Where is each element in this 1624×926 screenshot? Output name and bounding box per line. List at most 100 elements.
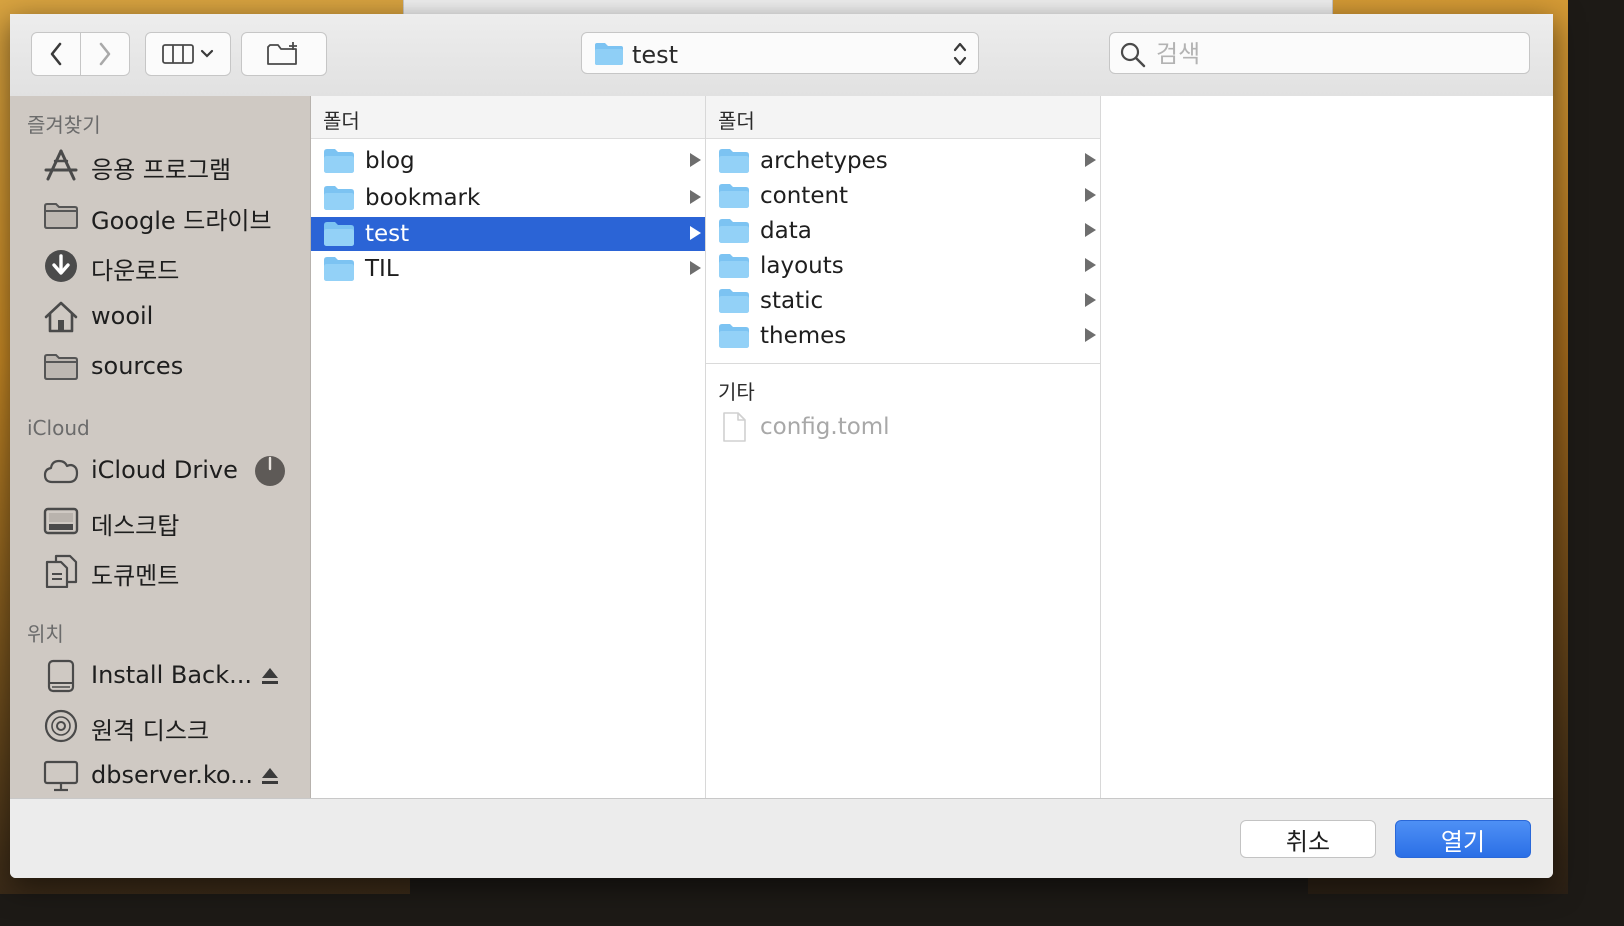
- folder-icon: [719, 289, 749, 313]
- folder-icon: [595, 43, 623, 65]
- disclosure-arrow-icon: [1085, 328, 1096, 342]
- location-label: test: [632, 41, 679, 69]
- folder-icon: [719, 184, 749, 208]
- background-window: [403, 0, 1333, 15]
- new-folder-button[interactable]: [242, 33, 326, 75]
- folder-row-til[interactable]: TIL: [311, 252, 705, 286]
- sidebar-item-label: 도큐멘트: [91, 562, 180, 590]
- location-popup[interactable]: test: [581, 32, 979, 74]
- disclosure-arrow-icon: [1085, 223, 1096, 237]
- folder-name: bookmark: [365, 185, 481, 211]
- folder-row-blog[interactable]: blog: [311, 144, 705, 178]
- open-file-dialog: test 즐겨찾기 응용 프로그램 Google 드라이브 다운로드: [10, 14, 1553, 878]
- folder-row-archetypes[interactable]: archetypes: [706, 144, 1100, 178]
- file-row-config: config.toml: [706, 410, 1100, 444]
- column-view-button[interactable]: [146, 33, 230, 75]
- updown-chevron-icon: [953, 42, 967, 66]
- folder-icon: [324, 149, 354, 173]
- sidebar-item-label: Install Back...: [91, 661, 253, 689]
- folder-name: TIL: [365, 256, 399, 282]
- open-button[interactable]: 열기: [1395, 820, 1531, 858]
- eject-icon[interactable]: [254, 660, 286, 692]
- folder-icon: [719, 254, 749, 278]
- sidebar-item-remote-disc[interactable]: 원격 디스크: [10, 703, 310, 749]
- column-header: 폴더: [311, 96, 705, 139]
- sidebar-item-label: 데스크탑: [91, 512, 180, 540]
- back-button[interactable]: [32, 33, 80, 75]
- toolbar: test: [10, 14, 1553, 97]
- optical-disc-icon: [42, 709, 80, 743]
- eject-icon[interactable]: [254, 760, 286, 792]
- chevron-left-icon: [50, 42, 62, 66]
- sidebar-item-label: dbserver.ko...: [91, 761, 254, 789]
- chevron-down-icon: [200, 49, 214, 58]
- folder-row-test-selected[interactable]: test: [311, 217, 705, 251]
- disclosure-arrow-icon: [1085, 258, 1096, 272]
- browser-column-1: 폴더 blog bookmark test TIL: [311, 96, 706, 798]
- sidebar-item-home[interactable]: wooil: [10, 294, 310, 340]
- folder-row-data[interactable]: data: [706, 214, 1100, 248]
- disclosure-arrow-icon: [690, 190, 701, 204]
- nav-buttons: [31, 32, 130, 76]
- folder-row-themes[interactable]: themes: [706, 319, 1100, 353]
- search-field[interactable]: [1109, 32, 1530, 74]
- new-folder-icon: [267, 42, 297, 65]
- sidebar-item-icloud-drive[interactable]: iCloud Drive: [10, 448, 310, 494]
- other-section-header: 기타: [718, 380, 755, 404]
- documents-icon: [42, 554, 80, 588]
- file-name: config.toml: [760, 414, 890, 440]
- folder-icon: [719, 324, 749, 348]
- new-folder-group: [241, 32, 327, 76]
- folder-icon: [719, 149, 749, 173]
- columns-view-icon: [162, 44, 194, 64]
- sidebar-item-google-drive[interactable]: Google 드라이브: [10, 193, 310, 239]
- sidebar-item-label: 원격 디스크: [91, 717, 210, 745]
- folder-name: layouts: [760, 253, 844, 279]
- section-divider: [706, 363, 1100, 364]
- folder-icon: [719, 219, 749, 243]
- column-header: 폴더: [706, 96, 1100, 139]
- cancel-button[interactable]: 취소: [1240, 820, 1376, 858]
- sidebar-item-label: wooil: [91, 302, 154, 330]
- folder-row-layouts[interactable]: layouts: [706, 249, 1100, 283]
- cloud-icon: [42, 454, 80, 488]
- folder-icon: [324, 186, 354, 210]
- sidebar-item-dbserver[interactable]: dbserver.ko...: [10, 753, 310, 798]
- search-icon: [1120, 42, 1146, 68]
- folder-row-bookmark[interactable]: bookmark: [311, 181, 705, 215]
- sidebar-item-applications[interactable]: 응용 프로그램: [10, 142, 310, 188]
- folder-row-static[interactable]: static: [706, 284, 1100, 318]
- document-file-icon: [723, 412, 746, 442]
- folder-name: test: [365, 221, 410, 247]
- sidebar-item-sources[interactable]: sources: [10, 344, 310, 390]
- monitor-icon: [42, 759, 80, 793]
- disclosure-arrow-icon: [690, 153, 701, 167]
- sidebar-section-icloud: iCloud: [27, 416, 90, 440]
- folder-name: themes: [760, 323, 847, 349]
- folder-name: blog: [365, 148, 415, 174]
- folder-icon: [42, 199, 80, 233]
- folder-icon: [42, 350, 80, 384]
- sidebar-item-label: 다운로드: [91, 257, 180, 285]
- chevron-right-icon: [99, 42, 111, 66]
- sidebar-item-install-backup[interactable]: Install Back...: [10, 653, 310, 699]
- sync-progress-icon: [254, 455, 286, 487]
- disclosure-arrow-icon: [1085, 293, 1096, 307]
- disclosure-arrow-icon: [690, 226, 701, 240]
- sidebar-item-desktop[interactable]: 데스크탑: [10, 498, 310, 544]
- sidebar-item-label: 응용 프로그램: [91, 156, 232, 184]
- sidebar-item-downloads[interactable]: 다운로드: [10, 243, 310, 289]
- folder-name: data: [760, 218, 812, 244]
- search-input[interactable]: [1154, 37, 1518, 71]
- browser-column-2: 폴더 archetypes content data layouts stati…: [706, 96, 1101, 798]
- folder-row-content[interactable]: content: [706, 179, 1100, 213]
- disclosure-arrow-icon: [690, 261, 701, 275]
- sidebar-item-documents[interactable]: 도큐멘트: [10, 548, 310, 594]
- disclosure-arrow-icon: [1085, 188, 1096, 202]
- sidebar: 즐겨찾기 응용 프로그램 Google 드라이브 다운로드 wooil sour…: [10, 96, 311, 798]
- sidebar-item-label: sources: [91, 352, 184, 380]
- sidebar-item-label: iCloud Drive: [91, 456, 238, 484]
- forward-button[interactable]: [80, 33, 129, 75]
- folder-icon: [324, 222, 354, 246]
- browser-column-3: [1101, 96, 1553, 798]
